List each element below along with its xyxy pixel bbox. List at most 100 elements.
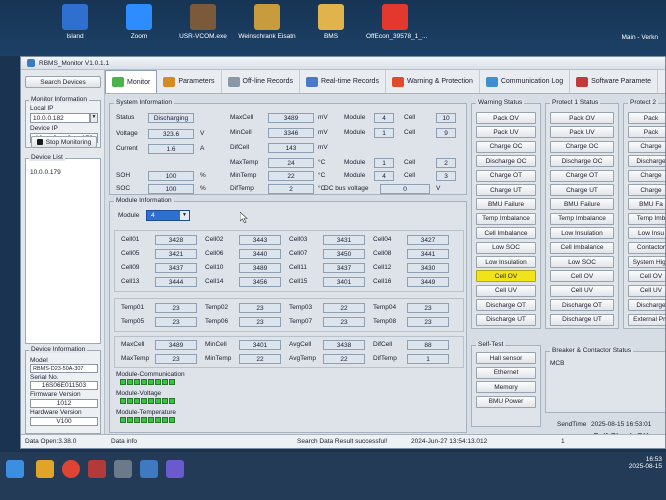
app-icon[interactable] (88, 460, 106, 478)
chevron-down-icon[interactable]: ▼ (180, 211, 189, 220)
status-indicator-charge-ut: Charge UT (550, 184, 614, 196)
tab-icon (391, 76, 404, 87)
monitor-content: System Information Status Discharging Vo… (107, 95, 665, 441)
device-list-item[interactable]: 10.0.0.179 (30, 169, 61, 176)
device-info-title: Device Information (29, 346, 88, 353)
tab-communication-log[interactable]: Communication Log (480, 70, 571, 93)
mintemp-label: MinTemp (230, 172, 257, 179)
cell-voltage-grid: Cell01 3428 Cell02 3443 Cell03 3431 Cell04 3427… (114, 230, 464, 292)
grid-label: Temp07 (289, 318, 313, 325)
module-select[interactable]: 4 ▼ (146, 210, 190, 221)
desktop-icon-zoom[interactable]: Zoom (110, 4, 168, 40)
grid-label: Cell06 (205, 250, 224, 257)
file-explorer-icon[interactable] (36, 460, 54, 478)
zoom-icon (126, 4, 152, 30)
serial-label: Serial No. (30, 374, 59, 381)
maxtemp-value: 24 (268, 158, 314, 168)
cell-label: Cell (404, 129, 416, 136)
module-select-label: Module (118, 212, 140, 219)
tab-warning-protection[interactable]: Warning & Protection (386, 70, 480, 93)
grid-label: Cell03 (289, 236, 308, 243)
grid-value: 3489 (155, 340, 197, 350)
status-indicator-contactor: Contactor (628, 241, 665, 254)
app-icon[interactable] (114, 460, 132, 478)
stop-monitoring-button[interactable]: Stop Monitoring (31, 136, 97, 148)
tab-icon (576, 76, 589, 87)
desktop-icon-offecon[interactable]: OffEcon_39578_1_... (366, 4, 427, 40)
tab-icon (163, 76, 176, 87)
grid-value: 22 (239, 354, 281, 364)
module-status-led (155, 398, 161, 404)
serial-field: 16S06E011503 (30, 381, 98, 390)
module-voltage-leds (120, 398, 175, 404)
usr-vcom-icon (190, 4, 216, 30)
desktop-shortcut-label[interactable]: Main - Verkn (622, 34, 659, 41)
soc-unit: % (200, 185, 206, 192)
module-status-led (141, 379, 147, 385)
grid-label: Temp01 (121, 304, 145, 311)
chevron-down-icon[interactable]: ▼ (90, 113, 98, 123)
difcell-unit: mV (318, 144, 328, 151)
tab-label: Warning & Protection (406, 78, 473, 85)
desktop-icon-usr-vcom[interactable]: USR-VCOM.exe (174, 4, 232, 40)
grid-value: 1 (407, 354, 449, 364)
tab-real-time-records[interactable]: Real-time Records (300, 70, 386, 93)
temperature-grid: Temp01 23 Temp02 23 Temp03 22 Temp04 23 Temp05 23… (114, 298, 464, 332)
tab-off-line-records[interactable]: Off-line Records (222, 70, 300, 93)
module-status-led (134, 417, 140, 423)
desktop-icon-island[interactable]: Island (46, 4, 104, 40)
protect1-status-title: Protect 1 Status (550, 99, 601, 106)
grid-value: 23 (155, 303, 197, 313)
grid-value: 23 (407, 303, 449, 313)
grid-label: MinTemp (205, 355, 232, 362)
warning-status-panel: Warning Status Pack OV Pack UV Charge OC Di… (471, 99, 541, 329)
chrome-icon[interactable] (62, 460, 80, 478)
taskbar-clock: 16:53 2025-08-15 (629, 456, 662, 470)
stop-monitoring-label: Stop Monitoring (45, 138, 92, 146)
current-unit: A (200, 145, 205, 152)
tab-parameters[interactable]: Parameters (157, 70, 222, 93)
status-indicator-pack-uv: Pack UV (476, 126, 536, 139)
status-indicator-bmu-failure: BMU Failure (550, 198, 614, 211)
status-indicator-charge: Charge (628, 140, 665, 153)
grid-value: 3441 (407, 249, 449, 259)
grid-value: 23 (155, 354, 197, 364)
left-panel: Search Devices Monitor Information Local… (21, 70, 105, 434)
status-indicator-charge-ot: Charge OT (476, 169, 536, 182)
grid-value: 3450 (323, 249, 365, 259)
tab-label: Communication Log (500, 78, 564, 85)
maxtemp-cell-value: 2 (436, 158, 456, 168)
module-status-led (148, 379, 154, 385)
desktop-icon-label: Weinschrank Eisatn (238, 33, 296, 40)
grid-value: 3443 (239, 235, 281, 245)
local-ip-field[interactable]: 10.0.0.182 (30, 113, 90, 123)
rbms-taskbar-icon[interactable] (140, 460, 158, 478)
grid-label: Temp08 (373, 318, 397, 325)
desktop-icon-weinschrank[interactable]: Weinschrank Eisatn (238, 4, 296, 40)
mincell-unit: mV (318, 129, 328, 136)
window-title: RBMS_Monitor V1.0.1.1 (39, 59, 110, 67)
desktop-icon-bms[interactable]: BMS (302, 4, 360, 40)
search-devices-button[interactable]: Search Devices (25, 76, 101, 88)
grid-value: 3430 (407, 263, 449, 273)
data-info-label: Data info (111, 438, 138, 445)
tab-software-paramete[interactable]: Software Paramete (570, 70, 659, 93)
grid-label: Temp05 (121, 318, 145, 325)
soh-unit: % (200, 172, 206, 179)
grid-value: 3449 (407, 277, 449, 287)
grid-label: Temp03 (289, 304, 313, 311)
device-ip-label: Device IP (30, 125, 58, 132)
status-indicator-pack-uv: Pack UV (550, 126, 614, 139)
app-icon[interactable] (166, 460, 184, 478)
grid-value: 3431 (323, 235, 365, 245)
grid-label: AvgCell (289, 341, 312, 348)
grid-value: 3428 (155, 235, 197, 245)
tab-monitor[interactable]: Monitor (105, 70, 158, 93)
module-status-led (127, 398, 133, 404)
status-indicator-pack: Pack (628, 126, 665, 139)
status-indicator-discharge-ot: Discharge OT (550, 299, 614, 312)
send-time-value: 2025-08-15 16:53:01 (591, 421, 652, 428)
start-icon[interactable] (6, 460, 24, 478)
title-bar[interactable]: RBMS_Monitor V1.0.1.1 (21, 57, 665, 70)
grid-value: 3401 (323, 277, 365, 287)
